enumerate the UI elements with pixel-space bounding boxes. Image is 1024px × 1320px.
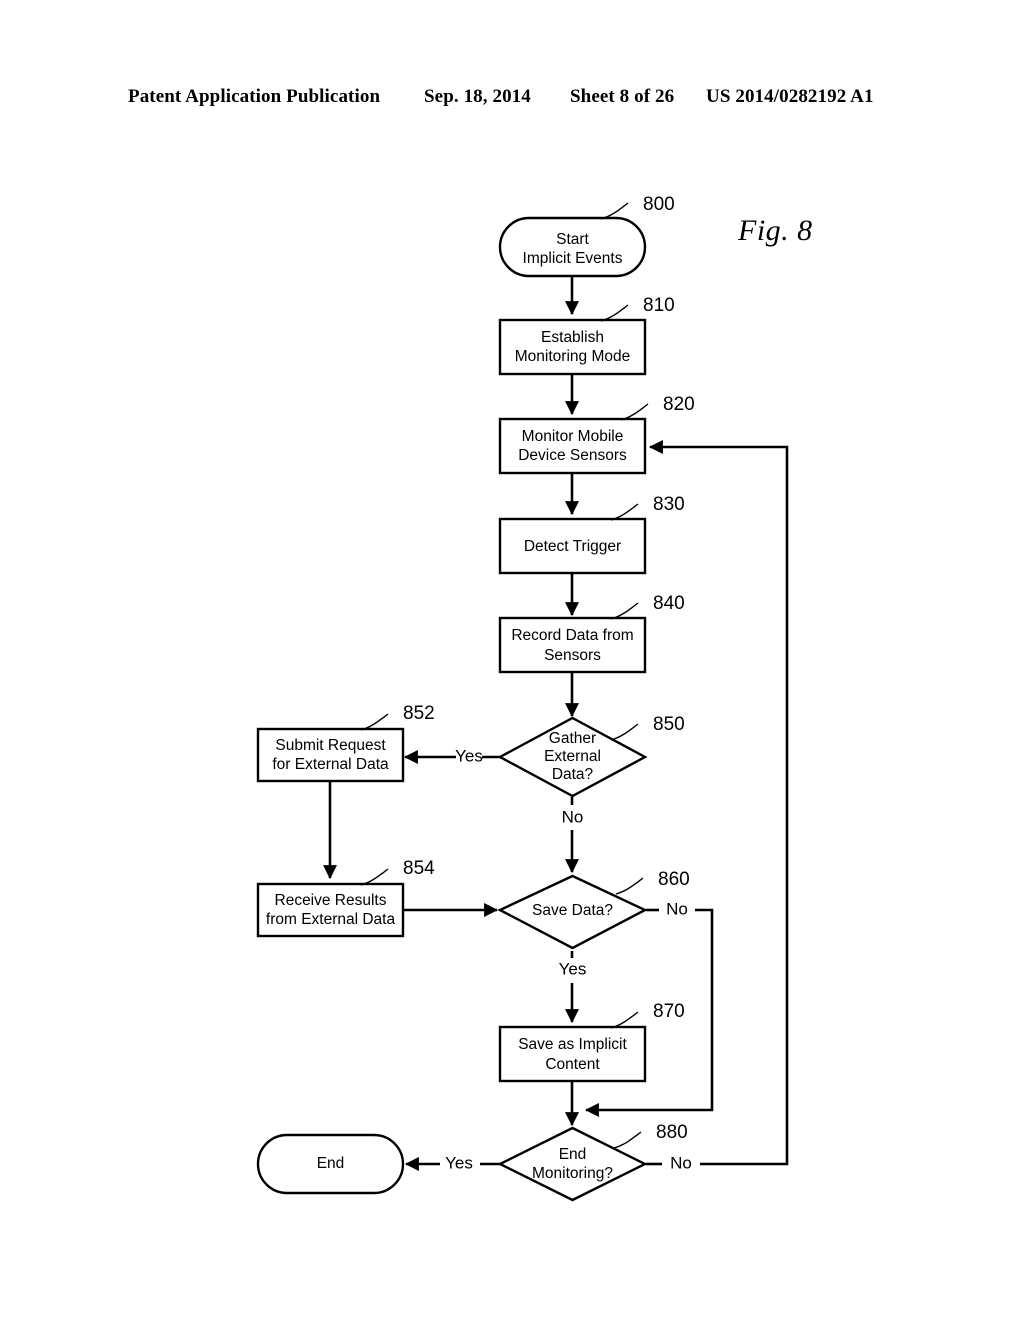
node-content-line1: Save as Implicit	[518, 1036, 627, 1053]
leader-860	[615, 877, 644, 895]
leader-850	[610, 723, 639, 741]
leader-840	[610, 602, 639, 620]
leader-800	[600, 202, 629, 220]
edge-label-save-no: No	[666, 899, 688, 918]
leader-820	[620, 403, 649, 421]
leader-830	[610, 503, 639, 521]
edge-end-no-feedback-to-monitor	[648, 439, 789, 1166]
node-receive-results-external-data[interactable]: Receive Results from External Data	[256, 882, 405, 938]
ref-numeral-854: 854	[403, 858, 435, 879]
node-endmonitoring-line2: Monitoring?	[532, 1165, 613, 1182]
ref-numeral-840: 840	[653, 593, 685, 614]
ref-numeral-820: 820	[663, 394, 695, 415]
node-establish-line2: Monitoring Mode	[515, 348, 630, 365]
node-save-line1: Save Data?	[532, 902, 613, 919]
node-record-line2: Sensors	[544, 647, 601, 664]
node-content-line2: Content	[545, 1056, 600, 1073]
node-end-terminator[interactable]: End	[256, 1133, 405, 1195]
ref-numeral-810: 810	[643, 295, 675, 316]
node-end-monitoring-decision[interactable]: End Monitoring?	[497, 1126, 648, 1202]
node-submit-request-external-data[interactable]: Submit Request for External Data	[256, 727, 405, 783]
node-monitor-mobile-device-sensors[interactable]: Monitor Mobile Device Sensors	[498, 417, 647, 475]
leader-810	[600, 304, 629, 322]
node-endmonitoring-shape	[497, 1126, 648, 1202]
node-save-data-decision[interactable]: Save Data?	[497, 874, 648, 950]
node-establish-monitoring-mode[interactable]: Establish Monitoring Mode	[498, 318, 647, 376]
ref-numeral-830: 830	[653, 494, 685, 515]
leader-870	[610, 1011, 639, 1029]
node-gather-line3: Data?	[552, 766, 594, 783]
node-receive-line1: Receive Results	[275, 892, 387, 909]
ref-numeral-860: 860	[658, 869, 690, 890]
node-receive-line2: from External Data	[266, 911, 396, 928]
node-submit-line1: Submit Request	[275, 737, 386, 754]
ref-numeral-870: 870	[653, 1001, 685, 1022]
edge-label-end-yes: Yes	[445, 1153, 473, 1172]
ref-numeral-880: 880	[656, 1122, 688, 1143]
node-gather-line2: External	[544, 748, 601, 765]
node-detect-line1: Detect Trigger	[524, 538, 621, 555]
node-establish-shape	[498, 318, 647, 376]
node-monitor-line1: Monitor Mobile	[522, 428, 624, 445]
ref-numeral-800: 800	[643, 194, 675, 215]
ref-numeral-850: 850	[653, 714, 685, 735]
node-record-line1: Record Data from	[511, 627, 633, 644]
node-start-line1: Start	[556, 231, 589, 248]
node-gather-external-data-decision[interactable]: Gather External Data?	[497, 716, 648, 798]
node-endmonitoring-line1: End	[559, 1146, 587, 1163]
node-detect-trigger[interactable]: Detect Trigger	[498, 517, 647, 575]
node-monitor-line2: Device Sensors	[518, 447, 627, 464]
flowchart-diagram: Start Implicit Events Establish Monitori…	[0, 0, 1024, 1320]
edge-label-save-yes: Yes	[559, 959, 587, 978]
ref-numeral-852: 852	[403, 703, 435, 724]
node-start-implicit-events[interactable]: Start Implicit Events	[498, 216, 647, 278]
node-submit-line2: for External Data	[272, 756, 389, 773]
node-end-line1: End	[317, 1155, 345, 1172]
node-start-line2: Implicit Events	[523, 250, 623, 267]
node-save-as-implicit-content[interactable]: Save as Implicit Content	[498, 1025, 647, 1083]
edge-label-end-no: No	[670, 1153, 692, 1172]
leader-852	[360, 713, 389, 731]
leader-880	[613, 1131, 642, 1149]
edge-label-gather-no: No	[562, 807, 584, 826]
edge-label-gather-yes: Yes	[455, 746, 483, 765]
node-monitor-shape	[498, 417, 647, 475]
node-gather-line1: Gather	[549, 730, 596, 747]
leader-854	[360, 868, 389, 886]
node-establish-line1: Establish	[541, 329, 604, 346]
flowchart-edge-labels: Yes No Yes No Yes No	[445, 746, 692, 1172]
node-record-data-from-sensors[interactable]: Record Data from Sensors	[498, 616, 647, 674]
